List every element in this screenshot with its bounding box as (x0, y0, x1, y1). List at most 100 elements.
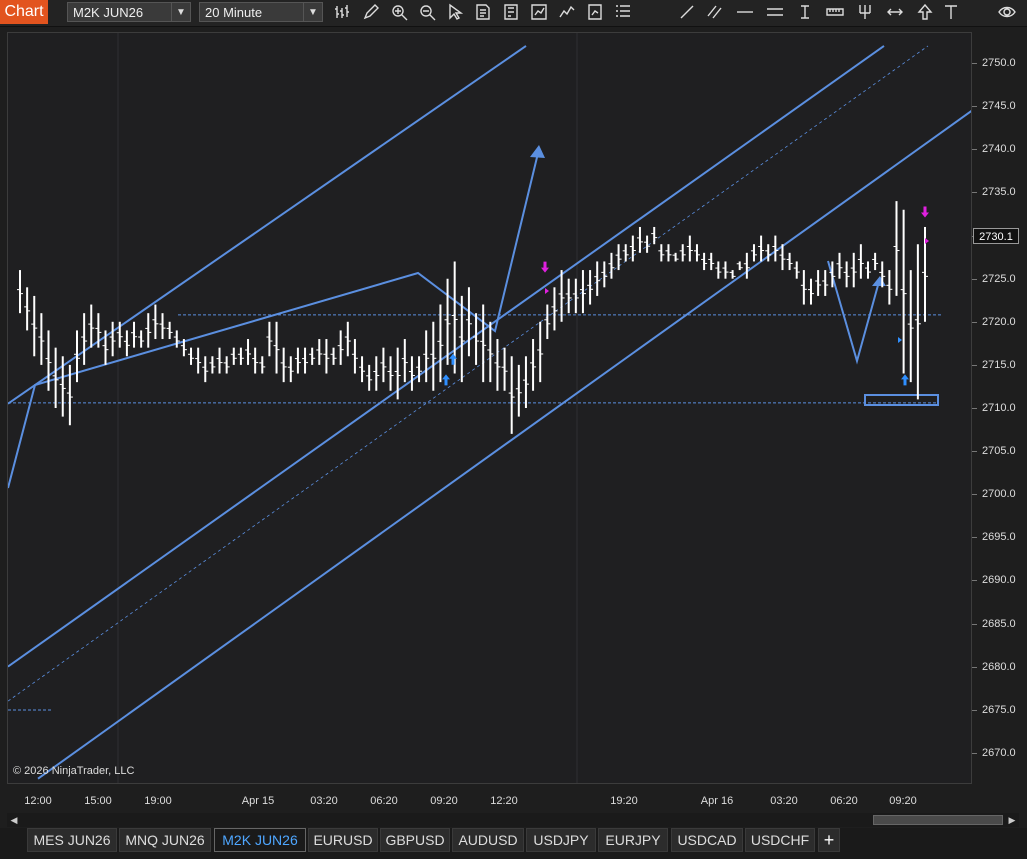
time-tick-label: 03:20 (310, 795, 338, 807)
price-tick-mark (972, 321, 977, 323)
tab-usdchf[interactable]: USDCHF (745, 828, 815, 852)
indicators-icon[interactable] (530, 3, 548, 21)
price-tick-mark (972, 106, 977, 108)
price-tick-label: 2720.0 (982, 315, 1016, 328)
last-price-label: 2730.1 (973, 228, 1019, 244)
price-tick-label: 2680.0 (982, 660, 1016, 673)
strategy-icon[interactable] (502, 3, 520, 21)
copyright-text: © 2026 NinjaTrader, LLC (13, 765, 135, 777)
time-tick-label: 06:20 (370, 795, 398, 807)
arrow-head (872, 276, 886, 286)
interval-selector[interactable]: 20 Minute ▼ (199, 2, 323, 22)
tab-mnq-jun26[interactable]: MNQ JUN26 (119, 828, 211, 852)
scroll-thumb[interactable] (873, 815, 1003, 825)
price-tick-mark (972, 149, 977, 151)
parallel-lines-icon[interactable] (706, 3, 724, 21)
chevron-down-icon[interactable]: ▼ (171, 3, 190, 21)
price-tick-mark (972, 580, 977, 582)
chevron-down-icon[interactable]: ▼ (303, 3, 322, 21)
tab-label: USDJPY (533, 832, 589, 848)
price-tick-label: 2690.0 (982, 574, 1016, 587)
down-arrow-icon (921, 206, 929, 218)
price-tick-mark (972, 364, 977, 366)
chart-title-button[interactable]: Chart (0, 0, 48, 24)
tab-label: MES JUN26 (33, 832, 111, 848)
tab-mes-jun26[interactable]: MES JUN26 (27, 828, 117, 852)
text-cursor-icon[interactable] (796, 3, 814, 21)
pointer-icon[interactable] (446, 3, 464, 21)
bar-type-icon[interactable] (334, 3, 352, 21)
draw-objects-icon[interactable] (558, 3, 576, 21)
price-tick-label: 2735.0 (982, 186, 1016, 199)
price-tick-mark (972, 666, 977, 668)
arrow-up-icon[interactable] (916, 3, 934, 21)
price-tick-label: 2715.0 (982, 358, 1016, 371)
tab-label: EURUSD (313, 832, 373, 848)
price-tick-label: 2740.0 (982, 143, 1016, 156)
price-tick-mark (972, 537, 977, 539)
tab-eurjpy[interactable]: EURJPY (598, 828, 668, 852)
horizontal-scrollbar[interactable]: ◀ ▶ (7, 813, 1019, 827)
ruler-icon[interactable] (826, 3, 844, 21)
price-tick-mark (972, 278, 977, 280)
time-tick-label: 09:20 (889, 795, 917, 807)
time-tick-label: Apr 15 (241, 795, 275, 807)
tab-label: EURJPY (605, 832, 661, 848)
instrument-selector[interactable]: M2K JUN26 ▼ (67, 2, 191, 22)
tab-gbpusd[interactable]: GBPUSD (380, 828, 450, 852)
up-arrow-icon (442, 374, 450, 386)
time-tick-label: 12:00 (24, 795, 52, 807)
data-box-icon[interactable] (474, 3, 492, 21)
add-tab-button[interactable]: + (818, 828, 840, 852)
price-tick-label: 2745.0 (982, 100, 1016, 113)
time-tick-label: Apr 16 (700, 795, 734, 807)
tab-audusd[interactable]: AUDUSD (452, 828, 524, 852)
tab-label: MNQ JUN26 (125, 832, 205, 848)
instrument-label: M2K JUN26 (73, 5, 144, 20)
arrow-head (530, 145, 545, 158)
fork-icon[interactable] (856, 3, 874, 21)
list-icon[interactable] (614, 3, 632, 21)
tab-label: USDCAD (677, 832, 737, 848)
time-tick-label: 03:20 (770, 795, 798, 807)
regression-midline (8, 45, 929, 702)
up-arrow-icon (449, 353, 457, 365)
swing-line (8, 148, 540, 489)
tab-usdjpy[interactable]: USDJPY (526, 828, 596, 852)
performance-icon[interactable] (586, 3, 604, 21)
price-tick-label: 2750.0 (982, 57, 1016, 70)
rectangle-drawing (864, 394, 939, 406)
tab-usdcad[interactable]: USDCAD (671, 828, 743, 852)
price-tick-label: 2685.0 (982, 617, 1016, 630)
signal-tag (898, 337, 902, 343)
text-icon[interactable] (942, 3, 960, 21)
tab-m2k-jun26[interactable]: M2K JUN26 (214, 828, 306, 852)
price-tick-label: 2695.0 (982, 531, 1016, 544)
price-tick-mark (972, 192, 977, 194)
interval-label: 20 Minute (205, 5, 263, 20)
price-tick-mark (972, 623, 977, 625)
scroll-right-icon[interactable]: ▶ (1005, 813, 1019, 827)
time-tick-label: 09:20 (430, 795, 458, 807)
regression-channel-line (8, 45, 885, 668)
tab-label: USDCHF (750, 832, 810, 848)
time-tick-label: 06:20 (830, 795, 858, 807)
scroll-left-icon[interactable]: ◀ (7, 813, 21, 827)
tab-eurusd[interactable]: EURUSD (308, 828, 378, 852)
horizontal-line-icon[interactable] (736, 3, 754, 21)
time-tick-label: 19:00 (144, 795, 172, 807)
up-arrow-icon (901, 374, 909, 386)
double-line-icon[interactable] (766, 3, 784, 21)
zoom-in-icon[interactable] (390, 3, 408, 21)
time-axis[interactable]: 12:00 15:00 19:00 Apr 15 03:20 06:20 09:20 12:2… (7, 786, 972, 810)
price-chart[interactable] (8, 33, 971, 783)
pencil-icon[interactable] (362, 3, 380, 21)
time-tick-label: 12:20 (490, 795, 518, 807)
arrow-lr-icon[interactable] (886, 3, 904, 21)
zoom-out-icon[interactable] (418, 3, 436, 21)
price-tick-mark (972, 709, 977, 711)
line-icon[interactable] (678, 3, 696, 21)
eye-icon[interactable] (998, 3, 1016, 21)
price-tick-label: 2725.0 (982, 272, 1016, 285)
price-axis[interactable]: 2750.02745.02740.02735.02730.02725.02720… (972, 32, 1027, 784)
